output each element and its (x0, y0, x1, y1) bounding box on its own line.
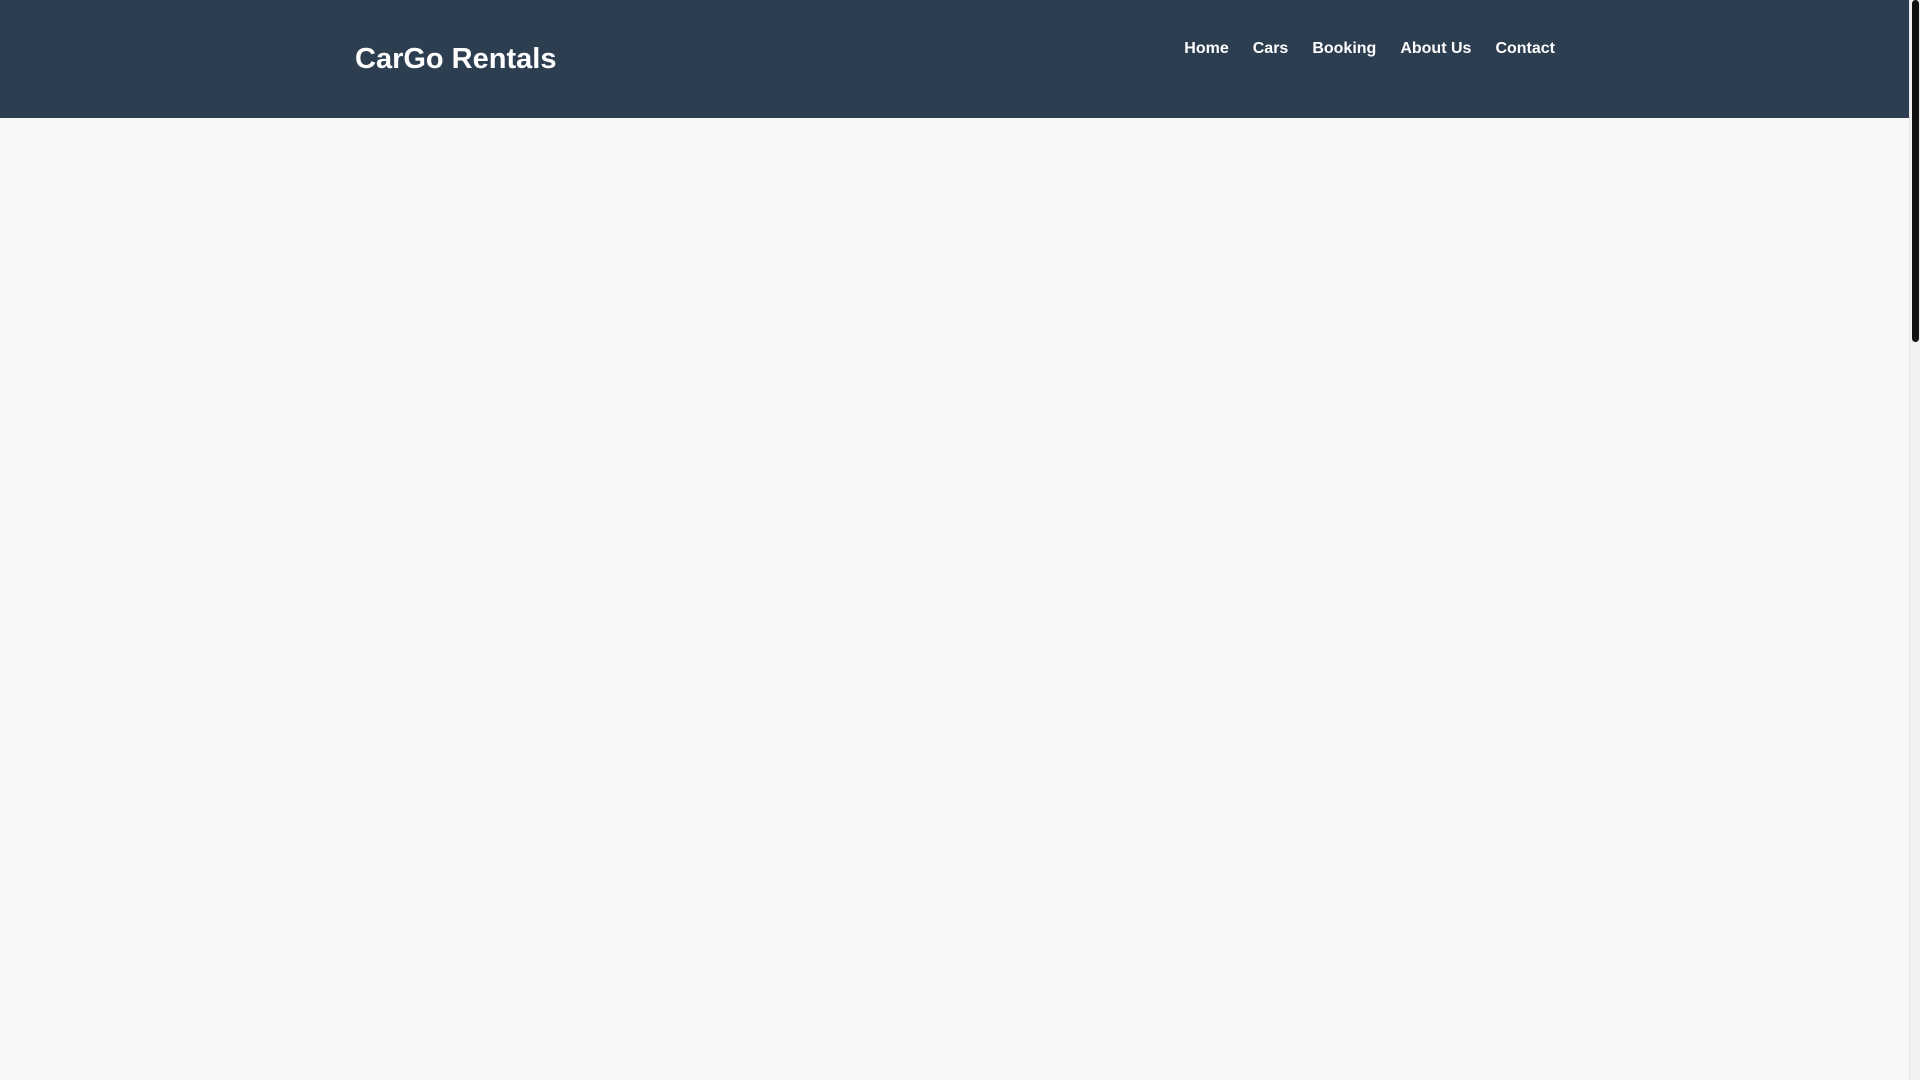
browser-viewport: CarGo Rentals Home Cars Booking About Us… (0, 0, 1920, 1080)
site-header: CarGo Rentals Home Cars Booking About Us… (0, 0, 1909, 118)
scrollbar-thumb[interactable] (1912, 0, 1919, 342)
main-content (0, 118, 1909, 1080)
nav-about-us-link[interactable]: About Us (1400, 37, 1471, 61)
main-nav: Home Cars Booking About Us Contact (1184, 37, 1555, 61)
brand-logo[interactable]: CarGo Rentals (355, 41, 556, 77)
nav-cars-link[interactable]: Cars (1253, 37, 1289, 61)
nav-booking-link[interactable]: Booking (1312, 37, 1376, 61)
page: CarGo Rentals Home Cars Booking About Us… (0, 0, 1909, 1080)
nav-contact-link[interactable]: Contact (1495, 37, 1555, 61)
nav-home-link[interactable]: Home (1184, 37, 1228, 61)
vertical-scrollbar[interactable] (1909, 0, 1920, 1080)
